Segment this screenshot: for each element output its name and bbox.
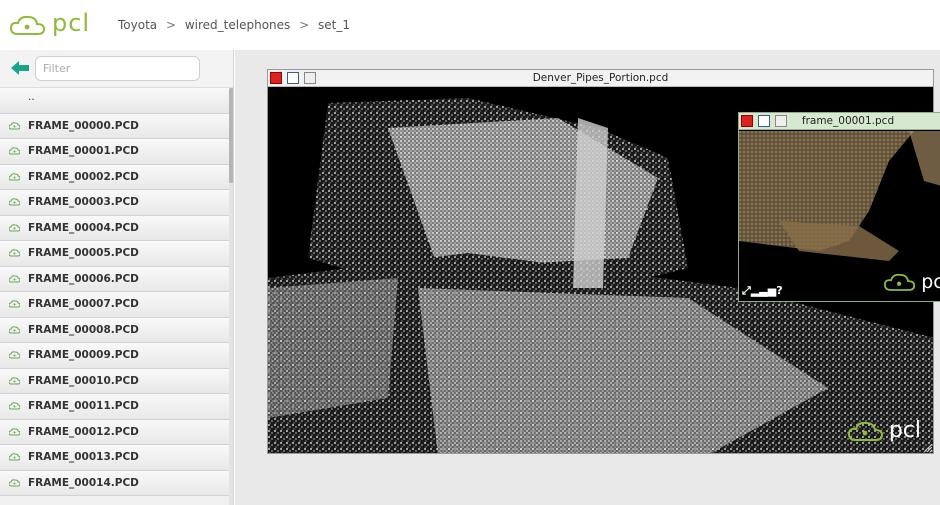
pcl-watermark: pcl xyxy=(884,271,940,293)
list-item[interactable]: FRAME_00006.PCD xyxy=(0,266,229,292)
viewer-titlebar[interactable]: frame_00001.pcd xyxy=(739,113,940,130)
list-item-label: FRAME_00012.PCD xyxy=(28,425,139,438)
cloud-file-icon xyxy=(9,223,20,231)
bars-icon: ▂▃▅ xyxy=(750,284,777,297)
pcl-logo[interactable]: pcl xyxy=(10,9,100,40)
sidebar-scrollbar[interactable] xyxy=(229,88,233,505)
cloud-logo-icon xyxy=(10,15,46,35)
resize-grip-icon[interactable] xyxy=(924,444,932,452)
list-item-label: FRAME_00013.PCD xyxy=(28,451,139,463)
cloud-file-icon xyxy=(9,427,20,435)
list-item-label: FRAME_00009.PCD xyxy=(28,349,139,361)
cloud-file-icon xyxy=(9,198,20,206)
breadcrumb-item-wired-telephones[interactable]: wired_telephones xyxy=(185,18,290,32)
file-list: .. FRAME_00000.PCD FRAME_00001.PCD FRAME… xyxy=(0,88,229,496)
list-item-label: FRAME_00005.PCD xyxy=(28,247,139,259)
breadcrumb-separator: > xyxy=(165,18,177,32)
list-item-label: FRAME_00010.PCD xyxy=(28,374,139,387)
list-item[interactable]: FRAME_00009.PCD xyxy=(0,343,229,369)
cloud-logo-icon xyxy=(884,273,916,291)
list-item-label: FRAME_00008.PCD xyxy=(28,323,139,336)
list-item[interactable]: FRAME_00013.PCD xyxy=(0,445,229,471)
watermark-text: pcl xyxy=(921,271,940,293)
list-item[interactable]: FRAME_00001.PCD xyxy=(0,139,229,165)
list-item[interactable]: FRAME_00002.PCD xyxy=(0,164,229,190)
cloud-file-icon xyxy=(9,274,20,282)
breadcrumb-item-set-1[interactable]: set_1 xyxy=(318,18,350,32)
pcl-watermark: pcl xyxy=(847,418,921,443)
filter-input[interactable] xyxy=(35,56,200,81)
viewer-title: frame_00001.pcd xyxy=(801,115,895,127)
fullscreen-icon[interactable]: ⤢ xyxy=(742,284,751,297)
list-item-label: FRAME_00004.PCD xyxy=(28,221,139,234)
scrollbar-thumb[interactable] xyxy=(229,88,233,183)
file-sidebar: .. FRAME_00000.PCD FRAME_00001.PCD FRAME… xyxy=(0,50,234,505)
viewer-title: Denver_Pipes_Portion.pcd xyxy=(532,72,669,84)
main-workspace: Denver_Pipes_Portion.pcd pcl frame_00001… xyxy=(235,50,940,505)
cloud-file-icon xyxy=(9,453,20,461)
sidebar-toolbar xyxy=(0,50,233,88)
point-cloud-viewer-main: Denver_Pipes_Portion.pcd pcl frame_00001… xyxy=(267,69,940,454)
cloud-file-icon xyxy=(9,376,20,384)
breadcrumb-item-toyota[interactable]: Toyota xyxy=(118,18,157,32)
list-item[interactable]: FRAME_00007.PCD xyxy=(0,292,229,318)
back-arrow-icon[interactable] xyxy=(10,60,30,76)
list-item-label: FRAME_00001.PCD xyxy=(28,145,139,157)
list-item[interactable]: FRAME_00000.PCD xyxy=(0,113,229,139)
point-cloud-canvas[interactable]: ⤢▂▃▅? pcl xyxy=(739,131,940,301)
point-cloud-viewer-small: frame_00001.pcd ⤢▂▃▅? pc xyxy=(738,112,940,302)
list-item-label: FRAME_00014.PCD xyxy=(28,476,139,489)
list-item[interactable]: FRAME_00004.PCD xyxy=(0,215,229,241)
app-header: pcl Toyota > wired_telephones > set_1 xyxy=(0,0,940,50)
cloud-file-icon xyxy=(9,300,20,308)
list-item[interactable]: FRAME_00014.PCD xyxy=(0,470,229,496)
cloud-logo-icon xyxy=(847,421,883,441)
list-item[interactable]: FRAME_00012.PCD xyxy=(0,419,229,445)
cloud-file-icon xyxy=(9,147,20,155)
cloud-file-icon xyxy=(9,325,20,333)
list-item-label: FRAME_00000.PCD xyxy=(28,119,139,132)
cloud-file-icon xyxy=(9,249,20,257)
list-item[interactable]: FRAME_00011.PCD xyxy=(0,394,229,420)
cloud-file-icon xyxy=(9,351,20,359)
list-item-label: FRAME_00002.PCD xyxy=(28,170,139,183)
viewer-titlebar[interactable]: Denver_Pipes_Portion.pcd xyxy=(268,70,933,87)
list-item[interactable]: FRAME_00003.PCD xyxy=(0,190,229,216)
breadcrumb-separator: > xyxy=(299,18,310,32)
logo-text: pcl xyxy=(52,9,91,37)
list-item[interactable]: FRAME_00005.PCD xyxy=(0,241,229,267)
cloud-file-icon xyxy=(9,402,20,410)
watermark-text: pcl xyxy=(888,418,921,443)
list-item-label: FRAME_00006.PCD xyxy=(28,272,139,285)
list-item[interactable]: FRAME_00008.PCD xyxy=(0,317,229,343)
cloud-file-icon xyxy=(9,172,20,180)
breadcrumb: Toyota > wired_telephones > set_1 xyxy=(118,18,350,32)
list-item-label: FRAME_00007.PCD xyxy=(28,298,139,310)
list-item-label: FRAME_00011.PCD xyxy=(28,400,139,412)
parent-directory-label: .. xyxy=(28,91,35,103)
parent-directory-item[interactable]: .. xyxy=(0,88,229,114)
help-icon[interactable]: ? xyxy=(776,284,782,297)
cloud-file-icon xyxy=(9,121,20,129)
list-item-label: FRAME_00003.PCD xyxy=(28,196,139,208)
stats-icon[interactable]: ⤢▂▃▅? xyxy=(742,284,783,298)
cloud-file-icon xyxy=(9,478,20,486)
list-item[interactable]: FRAME_00010.PCD xyxy=(0,368,229,394)
